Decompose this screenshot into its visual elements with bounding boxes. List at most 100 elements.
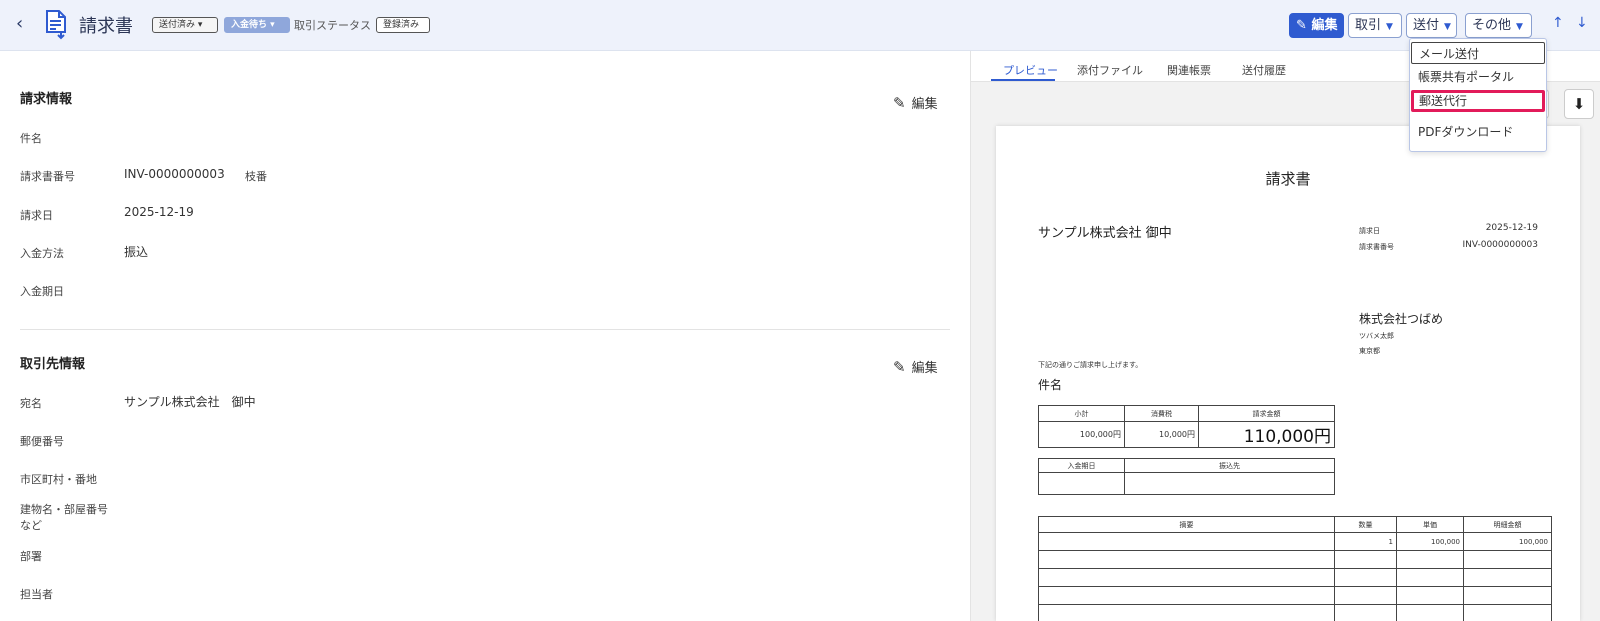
- summary-tax-value: 10,000円: [1124, 421, 1199, 448]
- tab-related-documents[interactable]: 関連帳票: [1167, 62, 1211, 78]
- items-header-quantity: 数量: [1334, 516, 1397, 533]
- menu-item-share-portal[interactable]: 帳票共有ポータル: [1411, 66, 1545, 88]
- field-label-payment-method: 入金方法: [20, 247, 64, 260]
- preview-addressee: サンプル株式会社 御中: [1038, 226, 1172, 241]
- chevron-left-icon[interactable]: ‹: [16, 13, 23, 34]
- items-header-description: 摘要: [1038, 516, 1335, 533]
- payment-due-date-cell: [1038, 472, 1125, 495]
- preview-note: 下記の通りご請求申し上げます。: [1038, 361, 1143, 369]
- edit-button[interactable]: ✎ 編集: [1289, 13, 1344, 38]
- preview-items-table: 摘要 数量 単価 明細金額 1 100,000 100,000: [1038, 516, 1552, 621]
- partner-info-title: 取引先情報: [20, 357, 86, 372]
- send-dropdown-menu: メール送付 帳票共有ポータル 郵送代行 PDFダウンロード: [1409, 38, 1547, 152]
- field-label-department: 部署: [20, 550, 42, 563]
- preview-date-value: 2025-12-19: [1485, 223, 1538, 233]
- invoice-info-title: 請求情報: [20, 92, 73, 107]
- pencil-icon: ✎: [1296, 18, 1307, 33]
- table-row: 1 100,000 100,000: [1038, 532, 1552, 551]
- field-label-subject: 件名: [20, 132, 42, 145]
- arrow-up-icon[interactable]: ↑: [1552, 15, 1564, 31]
- item-amount: 100,000: [1463, 532, 1552, 551]
- addressee-value: サンプル株式会社 御中: [124, 395, 256, 409]
- field-label-due-date: 入金期日: [20, 285, 64, 298]
- page-title: 請求書: [79, 16, 133, 37]
- tab-send-history[interactable]: 送付履歴: [1242, 62, 1286, 78]
- item-unit-price: 100,000: [1396, 532, 1464, 551]
- item-description: [1038, 532, 1335, 551]
- trade-status-label: 取引ステータス: [294, 19, 371, 32]
- preview-issuer-person: ツバメ太郎: [1359, 332, 1394, 340]
- summary-header-subtotal: 小計: [1038, 405, 1125, 422]
- table-row: [1038, 586, 1552, 605]
- registration-status-badge[interactable]: 登録済み: [376, 17, 430, 33]
- field-label-addressee: 宛名: [20, 397, 42, 410]
- top-header: ‹ 請求書 送付済み ▾ 入金待ち ▾ 取引ステータス 登録済み ✎ 編集 取引…: [0, 0, 1600, 51]
- field-label-contact-person: 担当者: [20, 588, 53, 601]
- summary-header-tax: 消費税: [1124, 405, 1199, 422]
- table-row: [1038, 568, 1552, 587]
- preview-issuer-address: 東京都: [1359, 347, 1380, 355]
- preview-number-value: INV-0000000003: [1462, 240, 1538, 250]
- partner-info-edit-button[interactable]: ✎ 編集: [893, 357, 938, 376]
- caret-down-icon: ▾: [197, 20, 203, 30]
- send-status-dropdown[interactable]: 送付済み ▾: [152, 17, 218, 33]
- trade-button-label: 取引: [1355, 18, 1382, 33]
- preview-issuer-company: 株式会社つばめ: [1359, 312, 1444, 326]
- menu-item-email-send[interactable]: メール送付: [1411, 42, 1545, 64]
- table-row: [1038, 604, 1552, 621]
- field-label-invoice-date: 請求日: [20, 209, 53, 222]
- download-button[interactable]: ⬇: [1564, 89, 1594, 119]
- field-label-street: 市区町村・番地: [20, 473, 97, 486]
- send-button[interactable]: 送付 ▼: [1406, 13, 1457, 38]
- invoice-date-value: 2025-12-19: [124, 205, 194, 219]
- branch-number-label: 枝番: [245, 170, 267, 183]
- download-icon: ⬇: [1572, 95, 1586, 113]
- tab-attachments[interactable]: 添付ファイル: [1077, 62, 1143, 78]
- items-header-amount: 明細金額: [1463, 516, 1552, 533]
- send-button-label: 送付: [1413, 18, 1440, 33]
- preview-number-label: 請求書番号: [1359, 243, 1394, 251]
- pencil-icon: ✎: [893, 94, 906, 112]
- summary-subtotal-value: 100,000円: [1038, 421, 1125, 448]
- payment-method-value: 振込: [124, 245, 149, 259]
- caret-down-icon: ▼: [1386, 22, 1393, 32]
- invoice-preview-document: 請求書 サンプル株式会社 御中 請求日 2025-12-19 請求書番号 INV…: [996, 126, 1580, 621]
- items-header-unit-price: 単価: [1396, 516, 1464, 533]
- payment-status-dropdown[interactable]: 入金待ち ▾: [224, 17, 290, 33]
- send-status-label: 送付済み: [159, 20, 196, 30]
- trade-button[interactable]: 取引 ▼: [1348, 13, 1402, 38]
- active-tab-indicator: [991, 79, 1055, 81]
- caret-down-icon: ▼: [1516, 22, 1523, 32]
- payment-bank-cell: [1124, 472, 1335, 495]
- field-label-postal-code: 郵便番号: [20, 435, 64, 448]
- edit-button-label: 編集: [1311, 18, 1338, 33]
- preview-summary-table: 小計 消費税 請求金額 100,000円 10,000円 110,000円: [1038, 405, 1335, 448]
- section-divider: [20, 329, 950, 330]
- payment-header-bank: 振込先: [1124, 458, 1335, 473]
- edit-label: 編集: [911, 97, 938, 112]
- preview-date-label: 請求日: [1359, 227, 1380, 235]
- other-button-label: その他: [1472, 18, 1512, 33]
- tab-preview[interactable]: プレビュー: [1003, 62, 1058, 78]
- other-button[interactable]: その他 ▼: [1465, 13, 1532, 38]
- summary-header-total: 請求金額: [1198, 405, 1335, 422]
- pencil-icon: ✎: [893, 358, 906, 376]
- arrow-down-icon[interactable]: ↓: [1576, 15, 1588, 31]
- summary-total-value: 110,000円: [1198, 421, 1335, 448]
- payment-header-due-date: 入金期日: [1038, 458, 1125, 473]
- invoice-number-value: INV-0000000003: [124, 167, 225, 181]
- preview-subject-label: 件名: [1038, 378, 1063, 392]
- field-label-building: 建物名・部屋番号など: [20, 503, 108, 532]
- menu-item-postal-mail[interactable]: 郵送代行: [1411, 90, 1545, 112]
- payment-status-label: 入金待ち: [231, 20, 268, 30]
- menu-item-pdf-download[interactable]: PDFダウンロード: [1411, 121, 1545, 143]
- caret-down-icon: ▾: [270, 20, 275, 30]
- preview-payment-table: 入金期日 振込先: [1038, 458, 1335, 495]
- edit-label: 編集: [911, 361, 938, 376]
- item-quantity: 1: [1334, 532, 1397, 551]
- invoice-document-icon: [46, 10, 66, 40]
- caret-down-icon: ▼: [1444, 22, 1451, 32]
- field-label-invoice-number: 請求書番号: [20, 170, 75, 183]
- invoice-info-edit-button[interactable]: ✎ 編集: [893, 93, 938, 112]
- table-row: [1038, 550, 1552, 569]
